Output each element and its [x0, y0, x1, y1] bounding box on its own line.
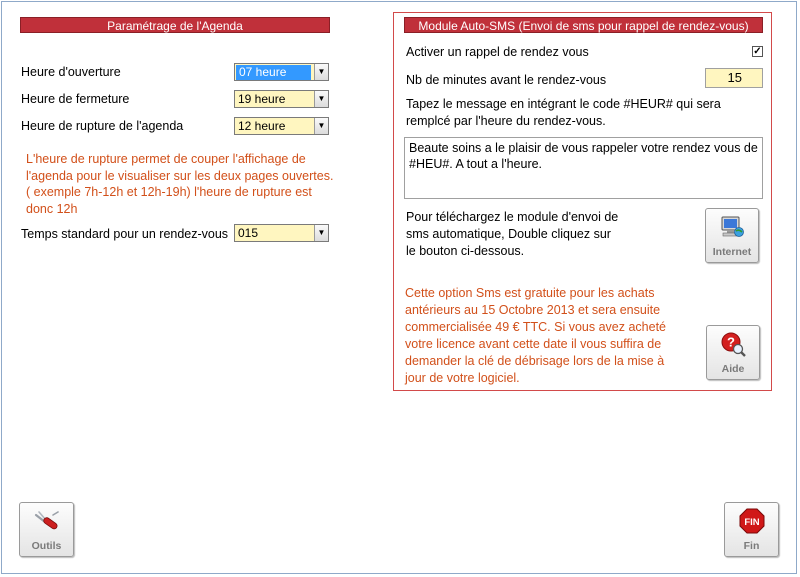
minutes-before-input[interactable]: 15 — [705, 68, 763, 88]
chevron-down-icon[interactable]: ▼ — [314, 225, 328, 241]
opening-hour-value: 07 heure — [236, 65, 311, 80]
message-instructions: Tapez le message en intégrant le code #H… — [406, 96, 766, 130]
internet-button-label: Internet — [712, 246, 752, 258]
end-button-label: Fin — [743, 540, 760, 552]
swiss-knife-icon — [34, 511, 59, 530]
instructions-line: remplcé par l'heure du rendez-vous. — [406, 114, 606, 128]
sms-message-textarea[interactable]: Beaute soins a le plaisir de vous rappel… — [404, 137, 763, 199]
offer-line: commercialisée 49 € TTC. Si vous avez ac… — [405, 320, 666, 334]
computer-globe-icon — [721, 216, 744, 237]
break-hour-label: Heure de rupture de l'agenda — [21, 119, 184, 133]
closing-hour-label: Heure de fermeture — [21, 92, 130, 106]
note-line: l'agenda pour le visualiser sur les deux… — [26, 168, 334, 183]
note-line: L'heure de rupture permet de couper l'af… — [26, 152, 306, 166]
chevron-down-icon[interactable]: ▼ — [314, 118, 328, 134]
closing-hour-value: 19 heure — [238, 92, 286, 106]
standard-time-select[interactable]: 015 ▼ — [234, 224, 329, 242]
tools-button-label: Outils — [31, 540, 62, 552]
note-line: ( exemple 7h-12h et 12h-19h) l'heure de … — [26, 185, 312, 199]
help-button[interactable]: ? Aide — [706, 325, 760, 380]
chevron-down-icon[interactable]: ▼ — [314, 64, 328, 80]
activate-reminder-label: Activer un rappel de rendez vous — [406, 45, 589, 59]
help-magnifier-icon: ? — [721, 332, 746, 357]
download-line: sms automatique, Double cliquez sur — [406, 227, 611, 241]
download-line: Pour téléchargez le module d'envoi de — [406, 210, 619, 224]
download-line: le bouton ci-dessous. — [406, 244, 525, 258]
offer-line: demander la clé de débrisage lors de la … — [405, 354, 665, 368]
end-button[interactable]: FIN Fin — [724, 502, 779, 557]
instructions-line: Tapez le message en intégrant le code #H… — [406, 97, 721, 111]
chevron-down-icon[interactable]: ▼ — [314, 91, 328, 107]
opening-hour-select[interactable]: 07 heure ▼ — [234, 63, 329, 81]
note-line: donc 12h — [26, 201, 78, 216]
agenda-section-header: Paramétrage de l'Agenda — [20, 17, 330, 33]
break-hour-select[interactable]: 12 heure ▼ — [234, 117, 329, 135]
internet-button[interactable]: Internet — [705, 208, 759, 263]
help-button-label: Aide — [721, 363, 745, 375]
break-hour-value: 12 heure — [238, 119, 286, 133]
offer-line: votre licence avant cette date il vous s… — [405, 337, 662, 351]
offer-line: antérieurs au 15 Octobre 2013 et sera en… — [405, 303, 661, 317]
message-line: #HEU#. A tout a l'heure. — [409, 157, 543, 171]
break-hour-note: L'heure de rupture permet de couper l'af… — [26, 151, 334, 217]
stop-sign-icon: FIN — [739, 508, 764, 534]
offer-line: jour de votre logiciel. — [405, 371, 520, 385]
opening-hour-label: Heure d'ouverture — [21, 65, 121, 79]
offer-line: Cette option Sms est gratuite pour les a… — [405, 286, 655, 300]
download-instructions: Pour téléchargez le module d'envoi de sm… — [406, 209, 666, 260]
sms-section-header: Module Auto-SMS (Envoi de sms pour rappe… — [404, 17, 763, 33]
sms-offer-note: Cette option Sms est gratuite pour les a… — [405, 285, 695, 387]
end-icon-text: FIN — [744, 517, 759, 528]
tools-button[interactable]: Outils — [19, 502, 74, 557]
standard-time-value: 015 — [238, 226, 259, 240]
activate-reminder-checkbox[interactable]: ✓ — [752, 46, 763, 57]
closing-hour-select[interactable]: 19 heure ▼ — [234, 90, 329, 108]
standard-time-label: Temps standard pour un rendez-vous — [21, 227, 229, 241]
minutes-before-label: Nb de minutes avant le rendez-vous — [406, 73, 607, 87]
message-line: Beaute soins a le plaisir de vous rappel… — [409, 141, 758, 155]
